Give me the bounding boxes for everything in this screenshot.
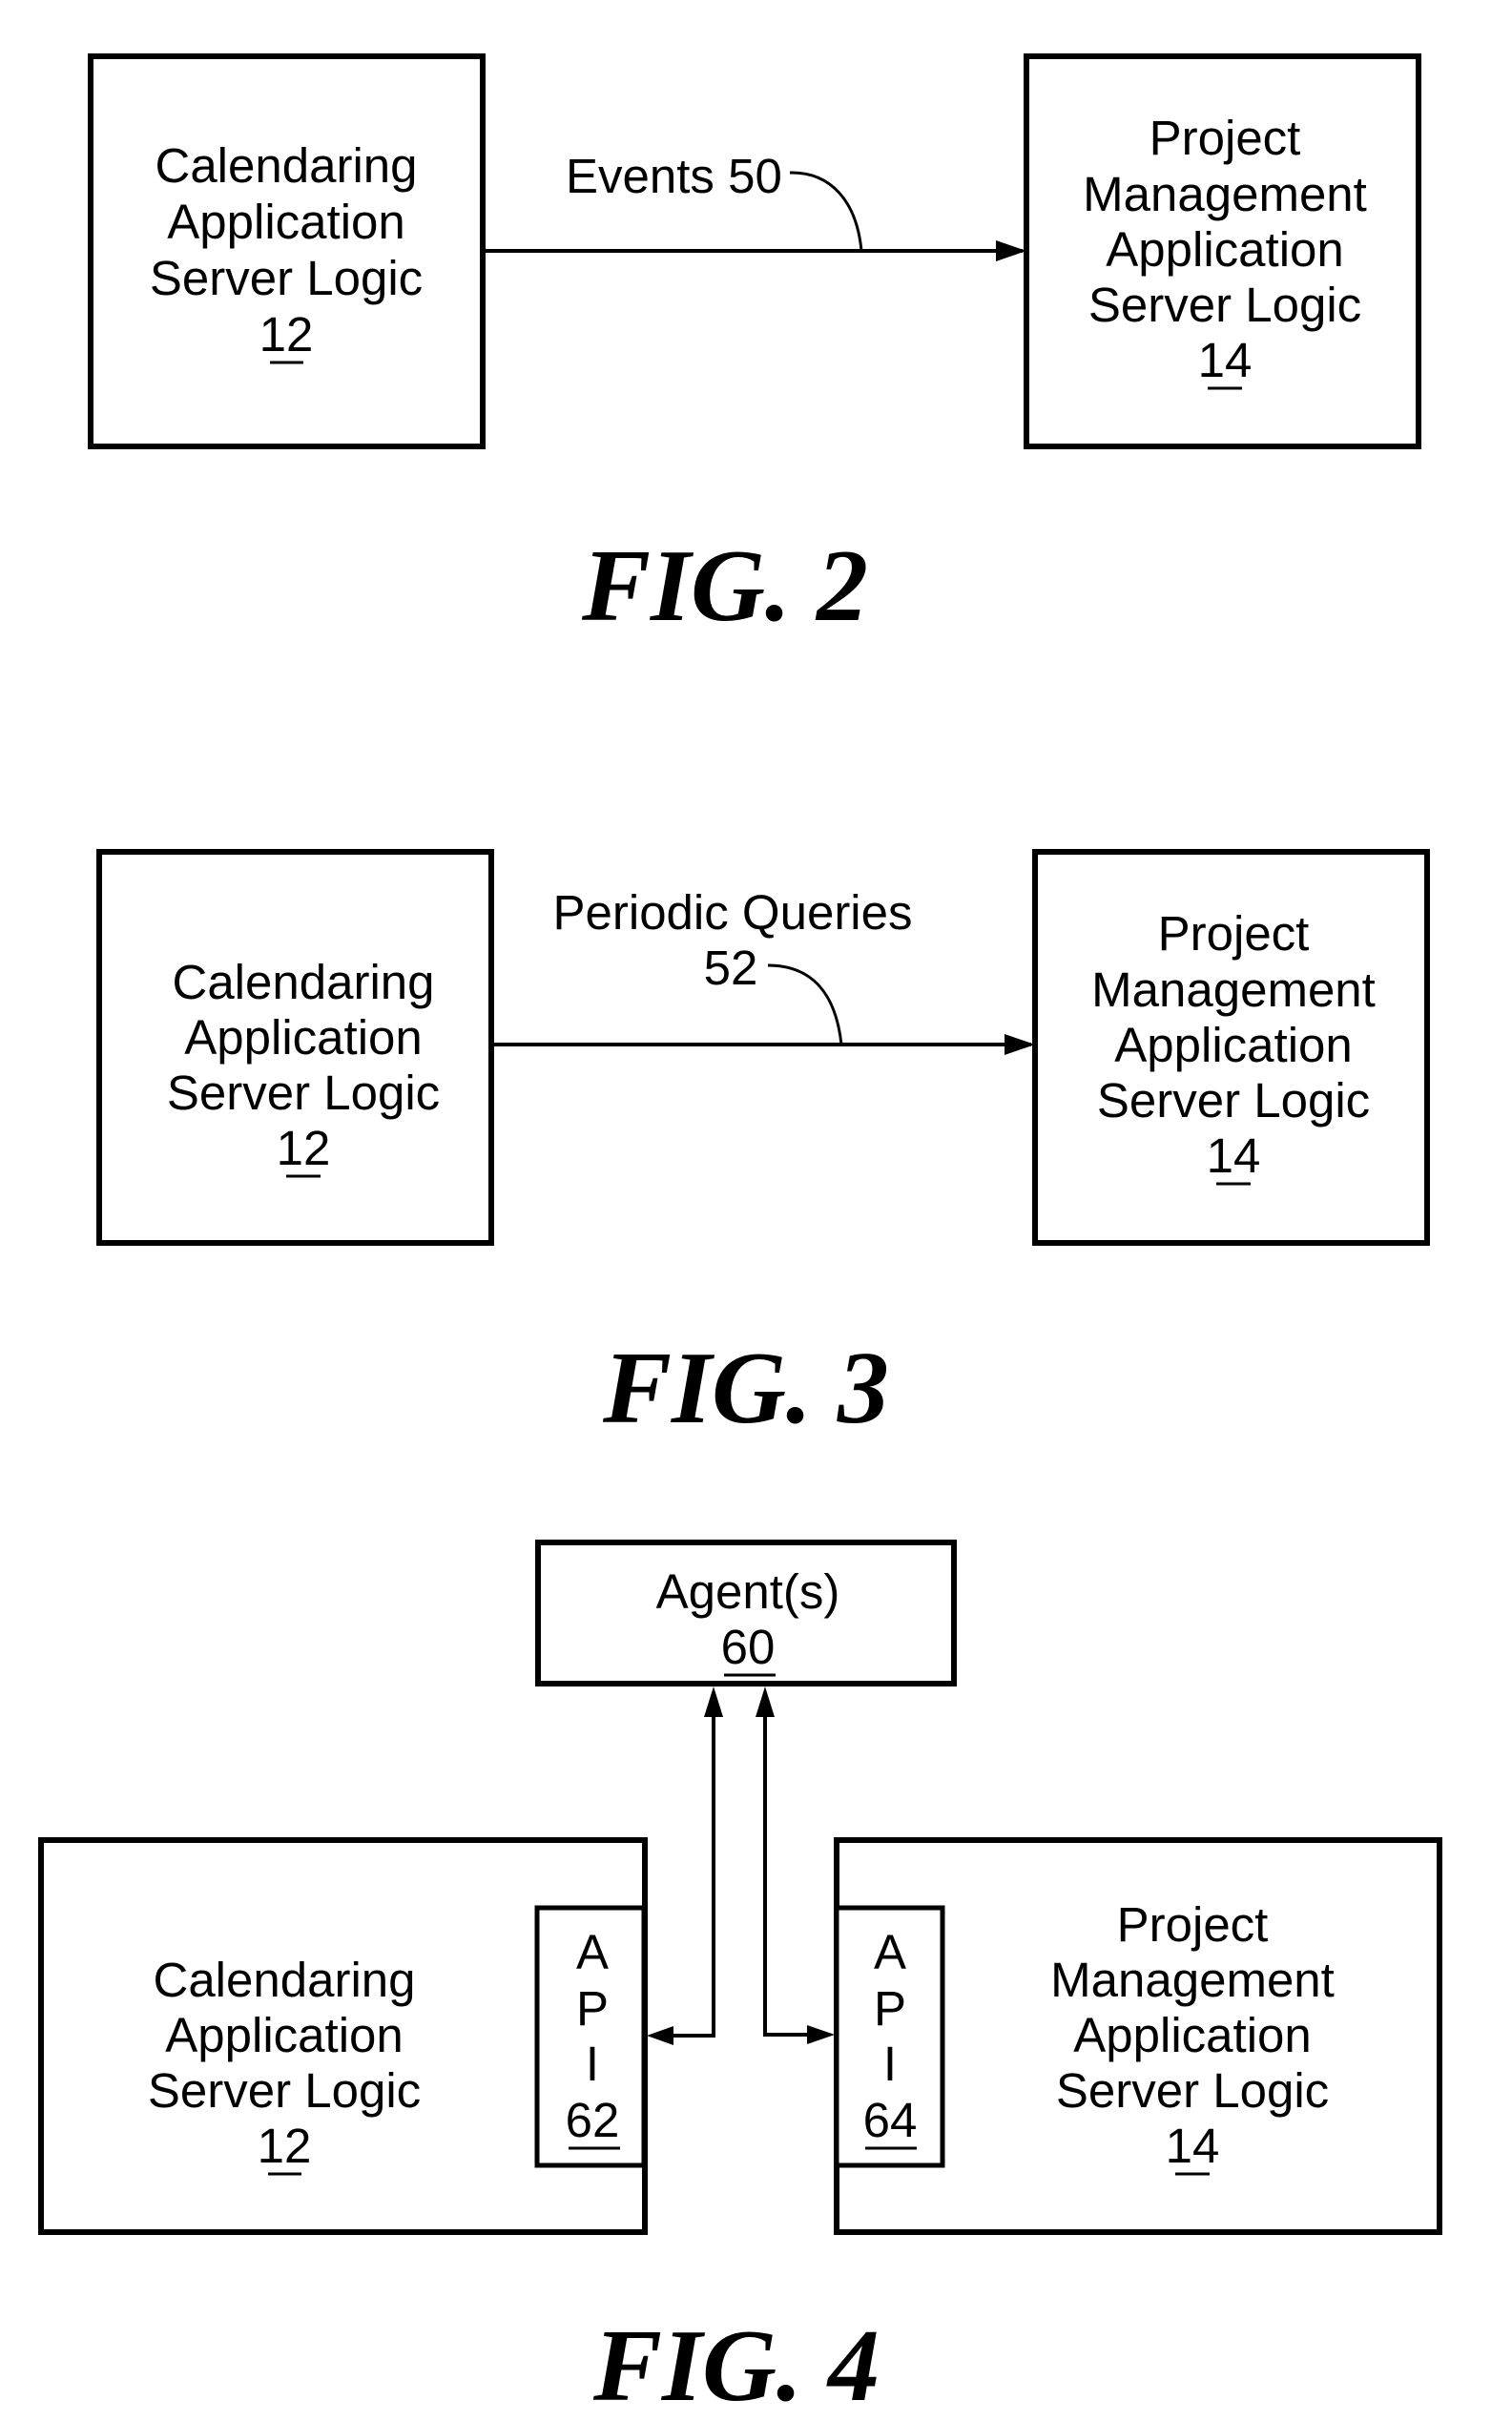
fig2-events-label: Events 50	[566, 149, 782, 203]
patent-drawing-sheet: Calendaring Application Server Logic 12 …	[38, 53, 1442, 2421]
fig4-project-line-2: Management	[1050, 1953, 1335, 2007]
fig3-caption: FIG. 3	[602, 1332, 889, 1445]
fig4-project-line-1: Project	[1117, 1897, 1269, 1952]
fig2-calendaring-line-3: Server Logic	[150, 251, 423, 305]
fig2-project-management-box: Project Management Application Server Lo…	[1024, 53, 1421, 449]
fig4-agents-box: Agent(s) 60	[535, 1540, 957, 1686]
fig3-queries-ref: 52	[704, 941, 758, 995]
fig4-project-line-4: Server Logic	[1056, 2063, 1329, 2118]
fig3-calendaring-line-1: Calendaring	[172, 955, 434, 1009]
fig4-api-64-letter-a: A	[874, 1925, 906, 1979]
fig3-project-line-1: Project	[1158, 906, 1310, 961]
fig4-agents-label: Agent(s)	[656, 1564, 840, 1619]
fig2-calendaring-line-1: Calendaring	[155, 138, 417, 193]
fig4-api-64-ref: 64	[863, 2093, 918, 2147]
fig4-agent-api62-arrowhead-left	[647, 2026, 673, 2045]
fig4-agent-api62-connector	[647, 1686, 723, 2045]
fig4-caption: FIG. 4	[592, 2309, 880, 2421]
fig3-project-ref: 14	[1207, 1128, 1261, 1183]
fig3-project-management-box: Project Management Application Server Lo…	[1032, 849, 1430, 1246]
fig3-arrowhead	[1005, 1034, 1035, 1055]
fig4-agent-api64-connector	[756, 1686, 835, 2044]
fig2-events-connector: Events 50	[486, 149, 1026, 261]
fig4-api-64-letter-i: I	[883, 2037, 897, 2091]
fig4-project-ref: 14	[1166, 2119, 1220, 2173]
fig3-project-line-4: Server Logic	[1097, 1073, 1370, 1128]
fig4-api-62: A P I 62	[534, 1905, 647, 2168]
figure-4: Agent(s) 60 Calendaring Application Serv…	[38, 1540, 1442, 2421]
fig4-api-62-letter-i: I	[586, 2037, 599, 2091]
fig4-agent-api62-arrowhead-up	[704, 1686, 723, 1717]
fig4-calendaring-ref: 12	[258, 2119, 312, 2173]
fig4-agents-ref: 60	[721, 1620, 776, 1674]
fig3-calendaring-ref: 12	[277, 1121, 331, 1175]
fig3-calendaring-line-3: Server Logic	[167, 1066, 440, 1120]
fig4-project-line-3: Application	[1073, 2008, 1312, 2062]
fig3-queries-connector: Periodic Queries 52	[494, 885, 1035, 1055]
fig2-events-leader	[789, 171, 863, 252]
fig4-calendaring-line-1: Calendaring	[153, 1953, 415, 2007]
figure-3: Calendaring Application Server Logic 12 …	[96, 849, 1430, 1445]
figure-2: Calendaring Application Server Logic 12 …	[88, 53, 1421, 643]
fig4-agent-api64-line	[763, 1707, 811, 2037]
fig4-api-64-letter-p: P	[874, 1981, 906, 2036]
fig4-calendaring-box: Calendaring Application Server Logic 12 …	[38, 1837, 648, 2235]
fig3-queries-leader	[767, 963, 843, 1045]
fig3-calendaring-box: Calendaring Application Server Logic 12	[96, 849, 494, 1246]
fig4-agent-api62-line	[668, 1707, 715, 2038]
fig4-api-64: A P I 64	[834, 1905, 945, 2168]
fig2-project-line-4: Server Logic	[1088, 278, 1361, 332]
fig3-project-line-3: Application	[1114, 1018, 1353, 1072]
fig2-calendaring-line-2: Application	[167, 195, 405, 249]
fig2-calendaring-ref: 12	[259, 307, 314, 362]
fig2-project-ref: 14	[1198, 333, 1253, 387]
fig4-api-62-letter-a: A	[576, 1925, 609, 1979]
fig2-project-line-3: Application	[1106, 222, 1344, 277]
fig2-caption: FIG. 2	[581, 529, 868, 643]
fig3-queries-label: Periodic Queries	[553, 885, 913, 940]
fig2-project-line-2: Management	[1083, 167, 1367, 221]
fig2-calendaring-box: Calendaring Application Server Logic 12	[88, 53, 486, 449]
fig2-arrowhead	[996, 240, 1026, 261]
fig4-calendaring-line-2: Application	[165, 2008, 404, 2062]
fig3-calendaring-line-2: Application	[184, 1010, 423, 1065]
fig4-calendaring-line-3: Server Logic	[148, 2063, 421, 2118]
fig2-project-line-1: Project	[1150, 111, 1301, 165]
fig4-agent-api64-arrowhead-right	[807, 2025, 835, 2044]
fig4-agent-api64-arrowhead-up	[756, 1686, 775, 1717]
fig4-api-62-ref: 62	[566, 2093, 620, 2147]
fig3-project-line-2: Management	[1091, 962, 1376, 1017]
fig4-project-management-box: Project Management Application Server Lo…	[834, 1837, 1442, 2235]
fig4-api-62-letter-p: P	[576, 1981, 609, 2036]
